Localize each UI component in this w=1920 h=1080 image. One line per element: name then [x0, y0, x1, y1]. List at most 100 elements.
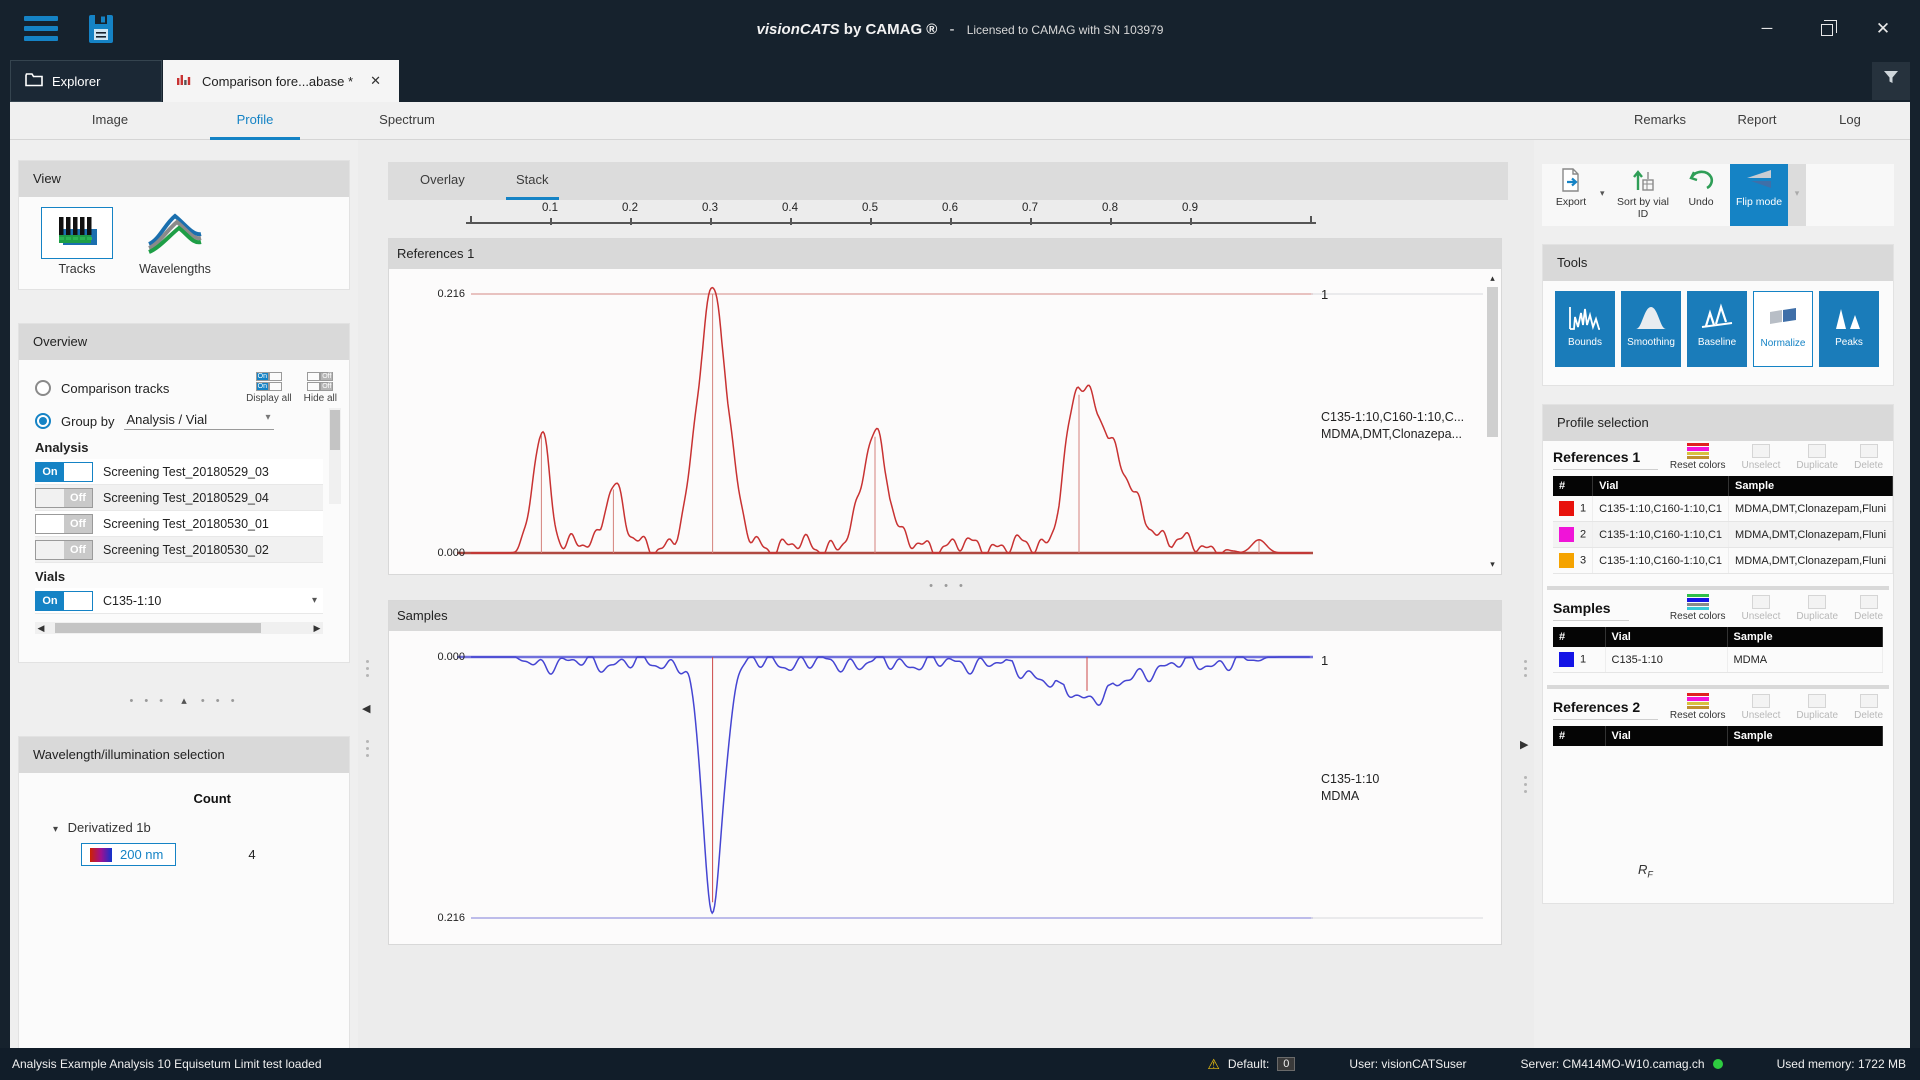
wavelength-count: 4 [248, 847, 255, 862]
vial-toggle[interactable]: On [35, 591, 93, 611]
tab-explorer[interactable]: Explorer [10, 60, 162, 102]
color-swatch[interactable] [1559, 527, 1574, 542]
reset-colors-button[interactable]: Reset colors [1670, 693, 1726, 721]
group-by-radio[interactable] [35, 413, 51, 429]
tab-image[interactable]: Image [72, 102, 148, 140]
tab-overlay[interactable]: Overlay [410, 162, 475, 200]
references1-title: References 1 [1553, 449, 1658, 470]
undo-button[interactable]: Undo [1672, 164, 1730, 226]
vials-dropdown-icon[interactable]: ▾ [312, 595, 317, 606]
table-row[interactable]: 3C135-1:10,C160-1:10,C1MDMA,DMT,Clonazep… [1553, 548, 1893, 574]
table-row[interactable]: 2C135-1:10,C160-1:10,C1MDMA,DMT,Clonazep… [1553, 522, 1893, 548]
analysis-row[interactable]: Off Screening Test_20180530_01 [35, 511, 323, 537]
hide-all-icon: Off Off [307, 372, 333, 392]
right-panel: Export ▾ Sort by vial ID Undo Flip mode … [1534, 140, 1910, 1048]
y-min-label: 0.000 [437, 651, 465, 663]
tool-bounds-button[interactable]: Bounds [1555, 291, 1615, 367]
analysis-toggle[interactable]: Off [35, 488, 93, 508]
reset-colors-button[interactable]: Reset colors [1670, 594, 1726, 622]
tab-stack[interactable]: Stack [506, 162, 559, 200]
collapse-right-icon[interactable]: ▶ [1520, 738, 1528, 751]
vial-row[interactable]: On C135-1:10 ▾ [35, 588, 323, 614]
references1-header: References 1 [389, 239, 1501, 269]
wavelength-section: Wavelength/illumination selection Count … [18, 736, 350, 1080]
chart-splitter[interactable]: • • • [929, 580, 967, 592]
samples-selection: Reset colors Unselect Duplicate Delete S… [1543, 592, 1893, 673]
tools-section-header: Tools [1543, 245, 1893, 281]
flip-mode-icon [1730, 168, 1788, 194]
references1-chart[interactable]: 0.216 0.000 1 C135-1:10,C160-1:10,C... M… [389, 269, 1501, 574]
table-row[interactable]: 1C135-1:10MDMA [1553, 647, 1883, 673]
y-max-label: 0.216 [437, 288, 465, 300]
wavelength-200nm-button[interactable]: 200 nm [81, 843, 176, 866]
tab-remarks[interactable]: Remarks [1620, 102, 1700, 140]
unselect-button: Unselect [1741, 693, 1780, 721]
delete-icon [1860, 444, 1878, 458]
folder-icon [25, 72, 43, 90]
tab-report[interactable]: Report [1722, 102, 1792, 140]
tool-peaks-button[interactable]: Peaks [1819, 291, 1879, 367]
default-value-badge: 0 [1277, 1057, 1295, 1071]
chart-tab-bar: Overlay Stack [388, 162, 1508, 200]
samples-chart[interactable]: 0.000 0.216 1 C135-1:10 MDMA [389, 631, 1501, 944]
tool-normalize-button[interactable]: Normalize [1753, 291, 1813, 367]
sort-by-vial-button[interactable]: Sort by vial ID [1614, 164, 1672, 226]
tab-close-icon[interactable]: ✕ [366, 71, 385, 91]
analysis-toggle[interactable]: Off [35, 514, 93, 534]
restore-button[interactable] [1804, 12, 1850, 46]
profile-selection-header: Profile selection [1543, 405, 1893, 441]
references2-table: #VialSample [1553, 726, 1883, 746]
flip-dropdown-icon: ▾ [1788, 164, 1806, 226]
hide-all-button[interactable]: Off Off Hide all [304, 372, 337, 404]
tab-document[interactable]: Comparison fore...abase * ✕ [163, 60, 399, 102]
close-button[interactable]: ✕ [1860, 12, 1906, 46]
unselect-icon [1752, 444, 1770, 458]
analysis-toggle[interactable]: On [35, 462, 93, 482]
tree-expand-icon[interactable]: ▾ [53, 824, 58, 835]
derivatized-group[interactable]: ▾ Derivatized 1b [19, 812, 349, 835]
tool-baseline-button[interactable]: Baseline [1687, 291, 1747, 367]
table-row[interactable]: 1C135-1:10,C160-1:10,C1MDMA,DMT,Clonazep… [1553, 496, 1893, 522]
collapse-left-icon[interactable]: ◀ [362, 702, 370, 715]
chevron-down-icon: ▾ [265, 412, 270, 427]
view-tracks-button[interactable]: Tracks [41, 207, 113, 276]
tab-spectrum[interactable]: Spectrum [362, 102, 452, 140]
references1-scrollbar[interactable]: ▴ ▾ [1486, 273, 1499, 570]
wavelengths-icon [139, 207, 211, 259]
analysis-row[interactable]: Off Screening Test_20180529_04 [35, 485, 323, 511]
color-swatch[interactable] [1559, 501, 1574, 516]
analysis-row[interactable]: On Screening Test_20180529_03 [35, 459, 323, 485]
unselect-icon [1752, 694, 1770, 708]
y-max-label: 0.216 [437, 912, 465, 924]
vials-hscrollbar[interactable]: ◀▶ [35, 622, 323, 634]
references1-selection: Reset colors Unselect Duplicate Delete R… [1543, 441, 1893, 574]
analysis-scrollbar[interactable] [329, 408, 341, 504]
tab-log[interactable]: Log [1822, 102, 1878, 140]
comparison-tracks-label: Comparison tracks [61, 381, 169, 396]
view-wavelengths-button[interactable]: Wavelengths [139, 207, 211, 276]
comparison-tracks-radio[interactable] [35, 380, 51, 396]
left-panel: View Tracks Wavelengths [10, 140, 358, 1048]
tool-smoothing-button[interactable]: Smoothing [1621, 291, 1681, 367]
window-title: visionCATS by CAMAG ® - Licensed to CAMA… [0, 0, 1920, 60]
analysis-row[interactable]: Off Screening Test_20180530_02 [35, 537, 323, 563]
warning-icon: ⚠ [1207, 1056, 1220, 1073]
export-dropdown-icon[interactable]: ▾ [1600, 164, 1614, 226]
panel-splitter[interactable]: • • • ▴ • • • [18, 694, 350, 707]
profile-selection-section: Profile selection Reset colors Unselect … [1542, 404, 1894, 904]
reset-colors-button[interactable]: Reset colors [1670, 443, 1726, 471]
samples-title: Samples [1553, 600, 1629, 621]
group-by-dropdown[interactable]: Analysis / Vial ▾ [124, 412, 274, 430]
references1-table: #VialSample 1C135-1:10,C160-1:10,C1MDMA,… [1553, 476, 1893, 574]
display-all-button[interactable]: On On Display all [246, 372, 292, 404]
filter-button[interactable] [1872, 62, 1910, 100]
flip-mode-button[interactable]: Flip mode [1730, 164, 1788, 226]
tab-profile[interactable]: Profile [210, 102, 300, 140]
color-swatch[interactable] [1559, 652, 1574, 667]
export-button[interactable]: Export [1542, 164, 1600, 226]
color-swatch[interactable] [1559, 553, 1574, 568]
overview-section-header: Overview [19, 324, 349, 360]
analysis-toggle[interactable]: Off [35, 540, 93, 560]
profile-chart-icon [177, 74, 193, 89]
minimize-button[interactable]: ─ [1744, 12, 1790, 46]
